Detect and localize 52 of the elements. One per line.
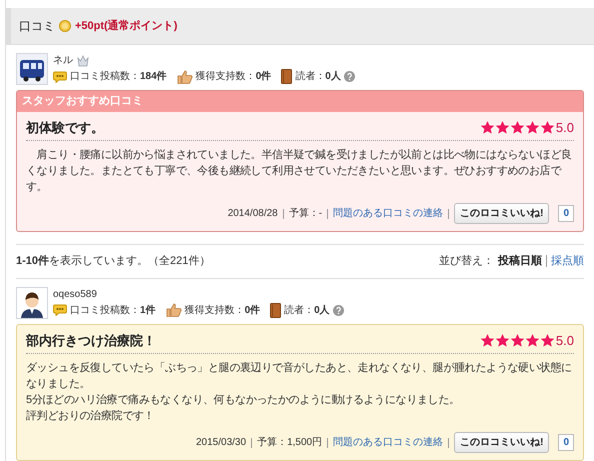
star-icon — [480, 120, 495, 135]
review-text: ダッシュを反復していたら「ぶちっ」と腿の裏辺りで音がしたあと、走れなくなり、腿が腫れたような硬い状態になりました。 — [26, 360, 573, 392]
star-icon — [524, 120, 540, 135]
thumbs-up-icon — [166, 303, 182, 317]
rating-score: 5.0 — [556, 332, 574, 350]
star-icon — [510, 332, 525, 348]
section-title: 口コミ — [19, 18, 55, 35]
book-icon — [281, 69, 292, 84]
book-icon — [270, 302, 282, 318]
user-stat: 獲得支持数：0件 — [196, 70, 272, 84]
help-icon[interactable] — [344, 71, 355, 82]
like-button[interactable]: このロコミいいね! — [454, 203, 550, 224]
star-icon — [540, 332, 555, 348]
review-date: 2014/08/28 — [228, 207, 278, 221]
star-icon — [510, 120, 525, 135]
user-stat: 読者：0人 — [284, 304, 330, 318]
review-text: 評判どおりの治療院です！ — [26, 409, 156, 424]
star-icon — [494, 120, 510, 135]
help-icon[interactable] — [332, 304, 344, 316]
like-button[interactable]: このロコミいいね! — [454, 432, 550, 453]
rating-score: 5.0 — [556, 118, 574, 136]
speech-bubble-icon — [53, 304, 67, 316]
user-stat: 口コミ投稿数：1件 — [70, 304, 156, 318]
user-stat: 口コミ投稿数：184件 — [70, 70, 167, 84]
staff-pick-banner: スタッフおすすめ口コミ — [17, 91, 583, 112]
budget: 予算：- — [288, 207, 322, 221]
sort-option[interactable]: 採点順 — [551, 253, 584, 270]
review-title: 部内行きつけ治療院！ — [26, 332, 156, 350]
sort-label: 並び替え： — [439, 254, 494, 269]
points-label: +50pt(通常ポイント) — [75, 18, 178, 34]
user-stat: 獲得支持数：0件 — [184, 304, 260, 318]
review-title: 初体験です。 — [26, 118, 104, 137]
result-count: 1-10件を表示しています。（全221件） — [16, 254, 210, 269]
report-link[interactable]: 問題のある口コミの連絡 — [333, 435, 444, 450]
user-name[interactable]: ネル — [53, 53, 73, 68]
review-text: 5分ほどのハリ治療で痛みもなくなり、何もなかったかのように動けるようになりました。 — [26, 393, 461, 408]
star-icon — [540, 120, 555, 135]
thumbs-up-icon — [176, 70, 193, 84]
like-count: 0 — [558, 434, 574, 451]
review-date: 2015/03/30 — [196, 436, 246, 450]
report-link[interactable]: 問題のある口コミの連絡 — [333, 206, 444, 221]
coin-icon — [59, 20, 71, 32]
star-icon — [494, 332, 510, 348]
speech-bubble-icon — [53, 70, 67, 82]
star-icon — [480, 332, 495, 348]
user-name[interactable]: oqeso589 — [53, 286, 97, 302]
like-count: 0 — [558, 205, 574, 222]
star-icon — [524, 332, 540, 348]
review-text: 肩こり・腰痛に以前から悩まされていました。半信半疑で鍼を受けましたが以前とは比べ物にはならないほど良くなりました。またとても丁寧で、今後も継続して利用させていただきたいと思います。ぜひおすすめのお店です。 — [26, 148, 573, 195]
sort-option[interactable]: 投稿日順 — [498, 253, 542, 270]
user-stat: 読者：0人 — [295, 70, 341, 84]
budget: 予算：1,500円 — [257, 436, 322, 450]
